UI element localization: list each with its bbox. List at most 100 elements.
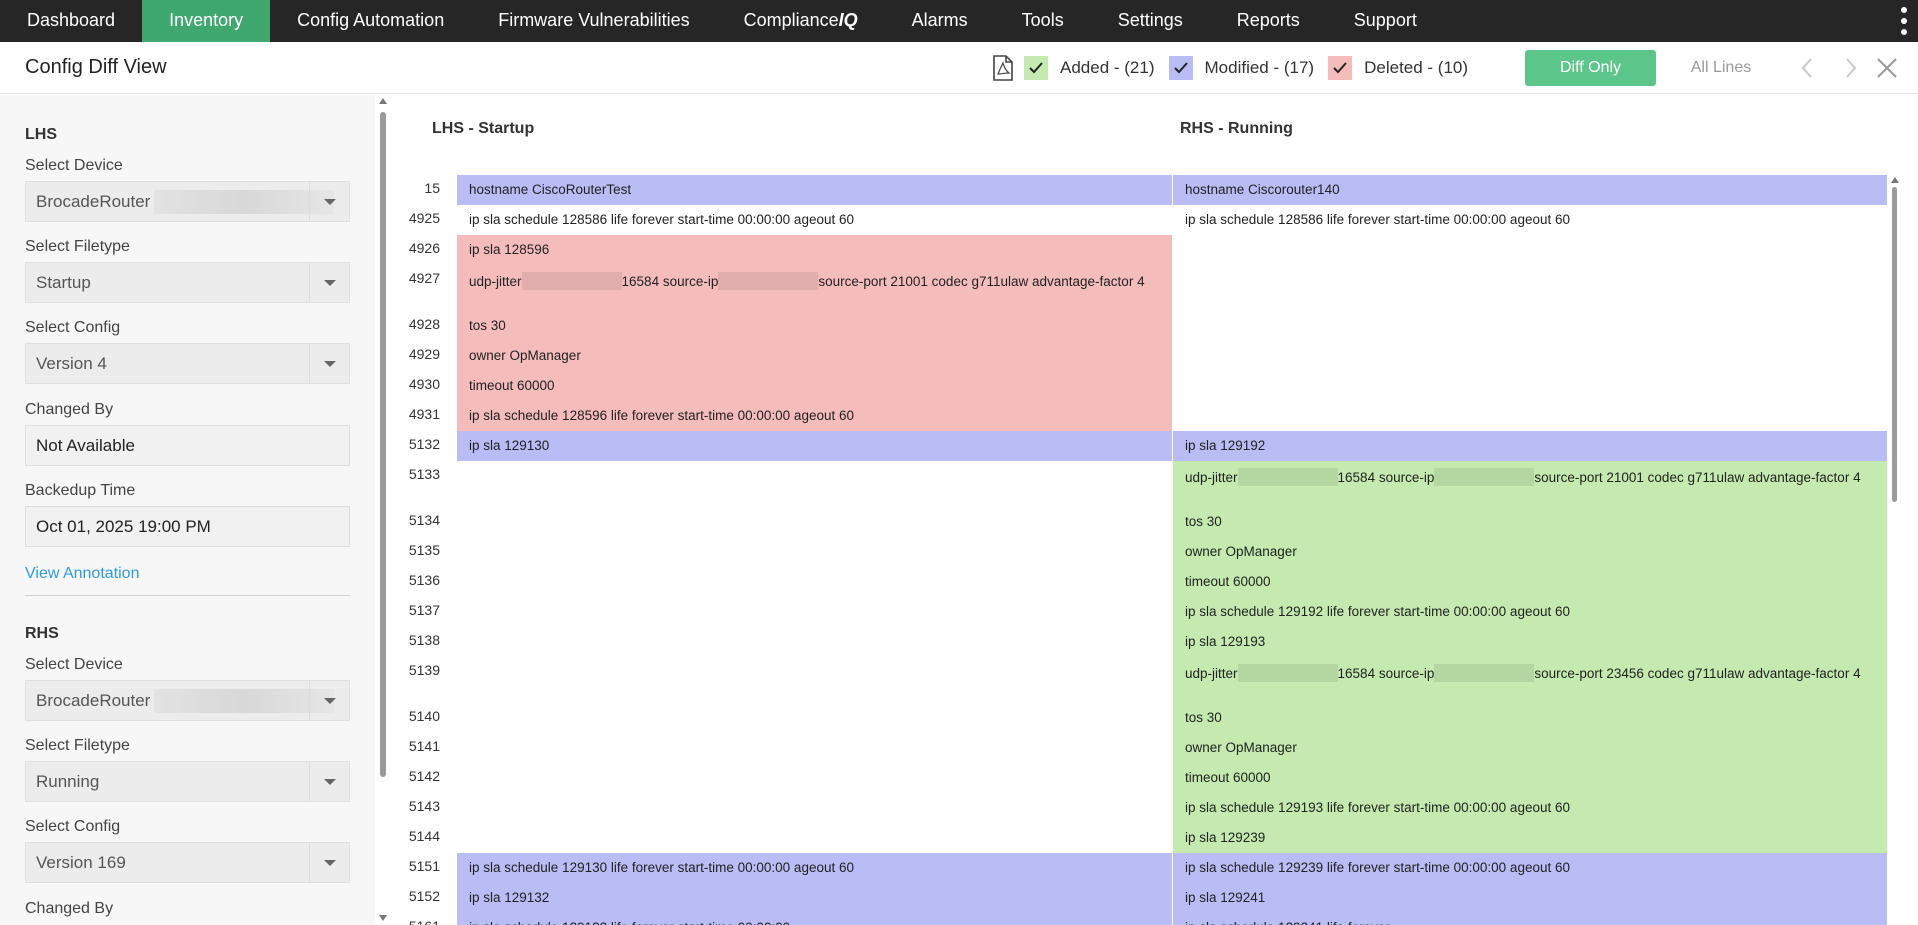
lhs-line-text [457, 763, 1172, 793]
redacted-ip [1434, 468, 1535, 486]
scroll-thumb[interactable] [380, 112, 386, 777]
dropdown-toggle[interactable] [309, 263, 349, 302]
sidebar-scrollbar[interactable] [378, 95, 388, 925]
nav-item-tools[interactable]: Tools [995, 0, 1091, 42]
lhs-line-text [457, 703, 1172, 733]
line-number: 5140 [408, 708, 440, 724]
all-lines-button[interactable]: All Lines [1666, 50, 1776, 86]
lhs-backup-field: Oct 01, 2025 19:00 PM [25, 506, 350, 547]
config-text-segment: udp-jitter [469, 274, 522, 289]
scroll-up-icon[interactable] [1891, 177, 1899, 183]
diff-row: 5134 tos 30 [400, 507, 1890, 537]
diff-row: 5138 ip sla 129193 [400, 627, 1890, 657]
nav-item-compliance[interactable]: ComplianceIQ [717, 0, 885, 42]
line-number: 5151 [408, 858, 440, 874]
dropdown-toggle[interactable] [309, 182, 349, 221]
redacted-ip [718, 272, 819, 290]
line-number: 5144 [408, 828, 440, 844]
diff-row: 4927 udp-jitter 16584 source-ip source-por… [400, 265, 1890, 311]
diff-row: 5144 ip sla 129239 [400, 823, 1890, 853]
diff-legend: Added - (21) Modified - (17) Deleted - (… [992, 54, 1482, 82]
pdf-export-icon[interactable] [992, 55, 1014, 81]
rhs-line-text: ip sla 129239 [1173, 823, 1887, 853]
lhs-device-select[interactable]: BrocadeRouter [25, 181, 350, 222]
lhs-line-text: ip sla schedule 129130 life forever star… [457, 853, 1172, 883]
nav-item-settings[interactable]: Settings [1091, 0, 1210, 42]
lhs-filetype-select[interactable]: Startup [25, 262, 350, 303]
line-number: 4929 [408, 346, 440, 362]
diff-row: 5137 ip sla schedule 129192 life forever … [400, 597, 1890, 627]
close-icon[interactable] [1875, 56, 1899, 80]
line-number: 4931 [408, 406, 440, 422]
lhs-line-text [457, 733, 1172, 763]
rhs-line-text: owner OpManager [1173, 537, 1887, 567]
nav-item-dashboard[interactable]: Dashboard [0, 0, 142, 42]
nav-item-firmware-vulnerabilities[interactable]: Firmware Vulnerabilities [471, 0, 716, 42]
config-text-segment: 16584 source-ip [1337, 470, 1435, 485]
rhs-line-text: timeout 60000 [1173, 567, 1887, 597]
nav-item-label: Tools [1021, 10, 1064, 30]
lhs-changed-by-field: Not Available [25, 425, 350, 466]
rhs-changed-by-label: Changed By [25, 900, 114, 917]
diff-only-button[interactable]: Diff Only [1525, 50, 1656, 86]
modified-checkbox[interactable] [1168, 56, 1193, 80]
diff-row: 5132 ip sla 129130 ip sla 129192 [400, 431, 1890, 461]
nav-item-reports[interactable]: Reports [1210, 0, 1327, 42]
scroll-thumb[interactable] [1892, 187, 1897, 502]
added-checkbox[interactable] [1024, 56, 1048, 80]
config-text-segment: 16584 source-ip [1337, 666, 1435, 681]
nav-item-config-automation[interactable]: Config Automation [270, 0, 471, 42]
lhs-config-select[interactable]: Version 4 [25, 343, 350, 384]
diff-row: 5151 ip sla schedule 129130 life forever … [400, 853, 1890, 883]
diff-row: 5141 owner OpManager [400, 733, 1890, 763]
lhs-changed-by-value: Not Available [36, 436, 135, 455]
scroll-down-icon[interactable] [379, 915, 387, 921]
redacted-ip [521, 272, 622, 290]
rhs-line-text: udp-jitter 16584 source-ip source-port 234… [1173, 657, 1887, 703]
dropdown-toggle[interactable] [309, 344, 349, 383]
dropdown-toggle[interactable] [309, 762, 349, 801]
rhs-config-value: Version 169 [36, 853, 126, 872]
config-text-segment: source-port 21001 codec g711ulaw advanta… [818, 274, 1145, 289]
lhs-line-text [457, 657, 1172, 703]
lhs-line-text: hostname CiscoRouterTest [457, 175, 1172, 205]
diff-scrollbar[interactable] [1890, 175, 1900, 925]
nav-item-label: Support [1353, 10, 1417, 30]
chevron-right-icon[interactable] [1838, 56, 1862, 80]
rhs-line-text: hostname Ciscorouter140 [1173, 175, 1887, 205]
modified-label: Modified - (17) [1204, 58, 1315, 77]
diff-row: 5139 udp-jitter 16584 source-ip source-por… [400, 657, 1890, 703]
rhs-device-value: BrocadeRouter [36, 691, 151, 710]
rhs-line-text [1173, 235, 1887, 265]
line-number: 5133 [408, 466, 440, 482]
rhs-device-select[interactable]: BrocadeRouter [25, 680, 350, 721]
lhs-device-label: Select Device [25, 157, 123, 174]
lhs-backup-label: Backedup Time [25, 482, 136, 499]
line-number: 5141 [408, 738, 440, 754]
deleted-checkbox[interactable] [1328, 56, 1353, 80]
lhs-line-text: ip sla schedule 128596 life forever star… [457, 401, 1172, 431]
dropdown-toggle[interactable] [309, 681, 349, 720]
rhs-config-select[interactable]: Version 169 [25, 842, 350, 883]
nav-item-inventory[interactable]: Inventory [142, 0, 271, 42]
scroll-up-icon[interactable] [379, 98, 387, 104]
redacted-ip [1434, 664, 1535, 682]
dropdown-toggle[interactable] [309, 843, 349, 882]
lhs-line-text: ip sla 129132 [457, 883, 1172, 913]
rhs-line-text: ip sla schedule 128586 life forever star… [1185, 212, 1570, 227]
nav-item-label: Inventory [169, 10, 244, 30]
diff-row: 4929 owner OpManager [400, 341, 1890, 371]
nav-item-label: Alarms [911, 10, 968, 30]
view-annotation-link[interactable]: View Annotation [25, 565, 139, 583]
line-number: 5136 [408, 572, 440, 588]
chevron-left-icon[interactable] [1796, 56, 1820, 80]
diff-row: 15 hostname CiscoRouterTest hostname Cisco… [400, 175, 1890, 205]
lhs-line-text [457, 793, 1172, 823]
check-icon [1333, 62, 1347, 74]
line-number: 4927 [408, 270, 440, 286]
rhs-device-label: Select Device [25, 656, 123, 673]
rhs-filetype-select[interactable]: Running [25, 761, 350, 802]
more-menu-icon[interactable] [1900, 7, 1908, 35]
nav-item-alarms[interactable]: Alarms [885, 0, 995, 42]
nav-item-support[interactable]: Support [1327, 0, 1444, 42]
